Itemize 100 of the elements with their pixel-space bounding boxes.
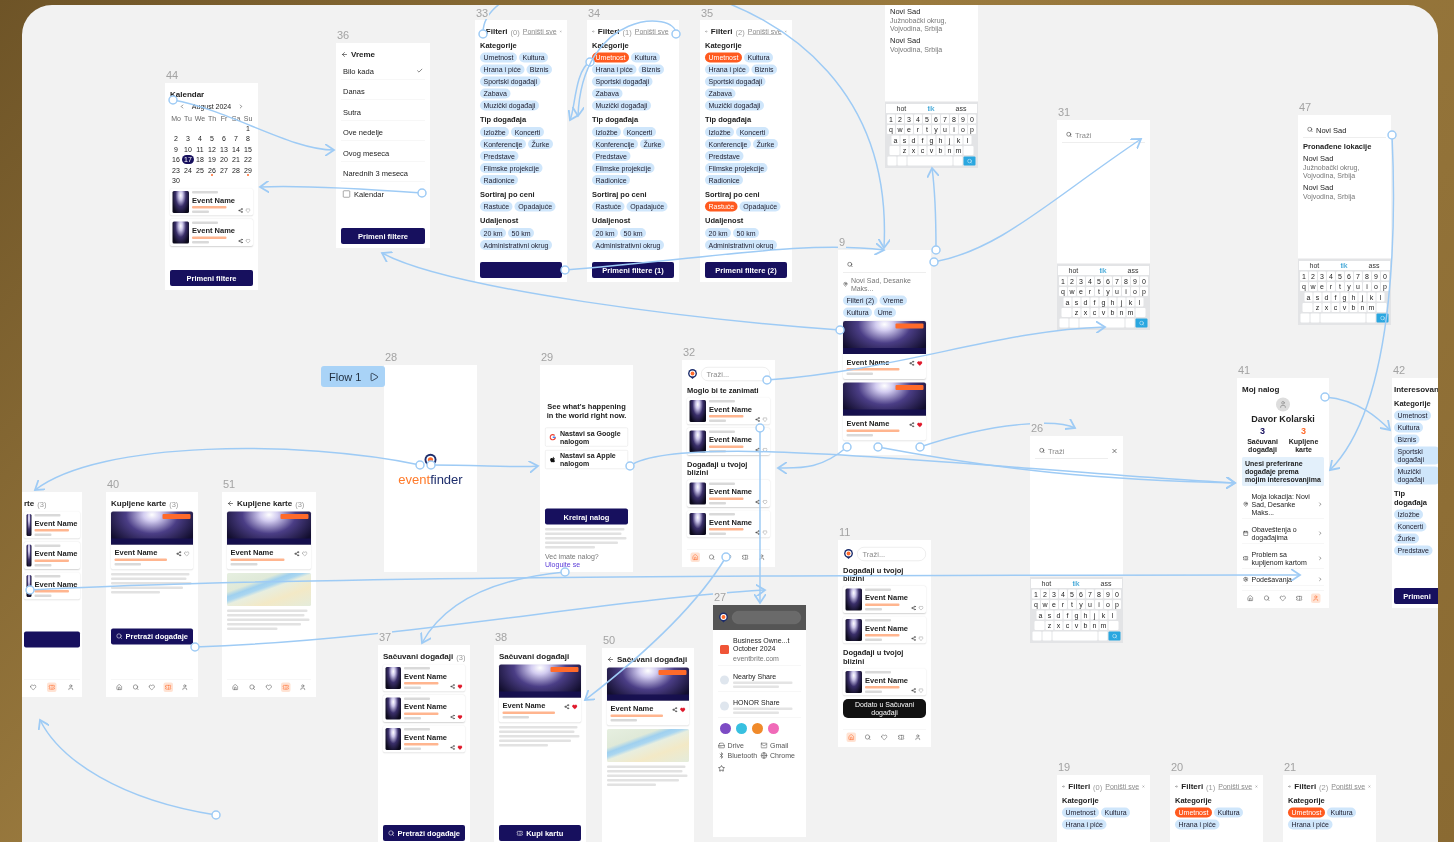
nav-tab[interactable] (281, 682, 291, 692)
shift-key[interactable] (1034, 621, 1045, 630)
screen-title: Filteri (1294, 782, 1317, 791)
keyboard-key[interactable] (1300, 313, 1310, 323)
profile-name: Davor Kolarski (1251, 413, 1315, 424)
apple-icon (549, 456, 556, 463)
screen-title: Filteri (485, 27, 508, 36)
backspace-key[interactable] (1376, 303, 1387, 312)
share-icon (720, 701, 729, 711)
search-key[interactable] (1135, 318, 1148, 328)
frame-number: 35 (700, 7, 715, 19)
stat-value: 3 (1260, 426, 1265, 437)
frame-number: 44 (165, 69, 180, 81)
frame-number: 36 (336, 29, 351, 41)
contact-avatar[interactable] (752, 723, 763, 734)
flow-button[interactable]: Flow 1 (321, 366, 386, 387)
photo-placeholder (385, 667, 402, 689)
space-key[interactable] (1320, 313, 1366, 323)
checkbox[interactable] (343, 190, 350, 198)
keyboard-key[interactable] (1059, 318, 1069, 328)
photo-placeholder (689, 400, 707, 422)
search-key[interactable] (1108, 631, 1121, 641)
frame-number: 20 (1170, 761, 1185, 773)
photo-placeholder (26, 544, 32, 567)
frame-number: 50 (602, 634, 617, 646)
screen-title: Sačuvani događaji (617, 655, 688, 664)
shift-key[interactable] (1302, 303, 1313, 312)
google-icon (549, 433, 556, 441)
heart-icon[interactable] (572, 704, 578, 710)
photo-placeholder (385, 728, 402, 750)
keyboard-key[interactable] (1042, 631, 1052, 641)
photo-placeholder (845, 588, 863, 611)
screen-title: Moj nalog (1242, 385, 1280, 394)
avatar-icon (1276, 397, 1290, 412)
screen-title: rte (24, 499, 35, 508)
nav-tab[interactable] (846, 732, 857, 742)
nav-tab[interactable] (47, 682, 57, 692)
frame-number: 27 (713, 591, 728, 603)
frame-number: 33 (475, 7, 490, 19)
site-logo-icon (720, 644, 729, 654)
backspace-key[interactable] (1108, 621, 1119, 630)
frame-number: 42 (1392, 364, 1407, 376)
space-key[interactable] (907, 156, 953, 166)
frame-number: 28 (384, 351, 399, 363)
backspace-key[interactable] (963, 146, 974, 155)
frame-number: 38 (494, 631, 509, 643)
photo-placeholder (845, 619, 863, 641)
keyboard-key[interactable] (1125, 318, 1135, 328)
screen-title: Interesovan (1394, 385, 1438, 394)
heart-icon[interactable] (457, 745, 463, 750)
photo-placeholder (26, 514, 32, 536)
primary-button[interactable] (24, 631, 80, 648)
keyboard-key[interactable] (1310, 313, 1320, 323)
nav-tab[interactable] (163, 682, 174, 692)
frame-number: 31 (1057, 106, 1072, 118)
frame-number: 26 (1030, 422, 1045, 434)
space-key[interactable] (1079, 318, 1125, 328)
heart-icon[interactable] (457, 684, 463, 689)
heart-icon[interactable] (680, 707, 686, 713)
keyboard-key[interactable] (1032, 631, 1042, 641)
photo-placeholder (845, 671, 863, 693)
keyboard-key[interactable] (1366, 313, 1376, 323)
contact-avatar[interactable] (768, 723, 779, 734)
screen-title: Kupljene karte (237, 499, 293, 508)
nav-tab[interactable] (1311, 593, 1321, 603)
keyboard-key[interactable] (1098, 631, 1108, 641)
frame-number: 40 (106, 478, 121, 490)
search-key[interactable] (963, 156, 976, 166)
screen-title: Kalendar (170, 90, 205, 99)
shift-key[interactable] (889, 146, 900, 155)
frame-number: 21 (1283, 761, 1298, 773)
contact-avatar[interactable] (720, 723, 731, 734)
keyboard-key[interactable] (1069, 318, 1079, 328)
shift-key[interactable] (1061, 308, 1072, 317)
heart-icon[interactable] (917, 360, 923, 366)
frame-number: 9 (838, 236, 847, 248)
keyboard-key[interactable] (953, 156, 963, 166)
screen-title: Filteri (710, 27, 733, 36)
backspace-key[interactable] (1135, 308, 1146, 317)
search-key[interactable] (1376, 313, 1389, 323)
photo-placeholder (689, 513, 707, 535)
stat-value: 3 (1301, 426, 1306, 437)
photo-placeholder (689, 430, 707, 453)
nav-tab[interactable] (690, 552, 701, 562)
screen-title: Sačuvani događaji (499, 652, 570, 661)
frame-number: 34 (587, 7, 602, 19)
space-key[interactable] (1052, 631, 1098, 641)
keyboard-key[interactable] (897, 156, 907, 166)
logo-wordmark: eventfinder (398, 471, 463, 488)
share-icon (720, 675, 729, 685)
screen-title: Filteri (1068, 782, 1091, 791)
screen-title: Sačuvani događaji (383, 652, 454, 661)
heart-icon[interactable] (917, 422, 923, 428)
heart-icon[interactable] (457, 714, 463, 720)
frame-number: 47 (1298, 101, 1313, 113)
frame-number: 11 (838, 526, 852, 538)
photo-placeholder (385, 697, 402, 720)
keyboard-key[interactable] (887, 156, 897, 166)
screen-title: Filteri (1181, 782, 1204, 791)
logo-icon (718, 612, 729, 623)
